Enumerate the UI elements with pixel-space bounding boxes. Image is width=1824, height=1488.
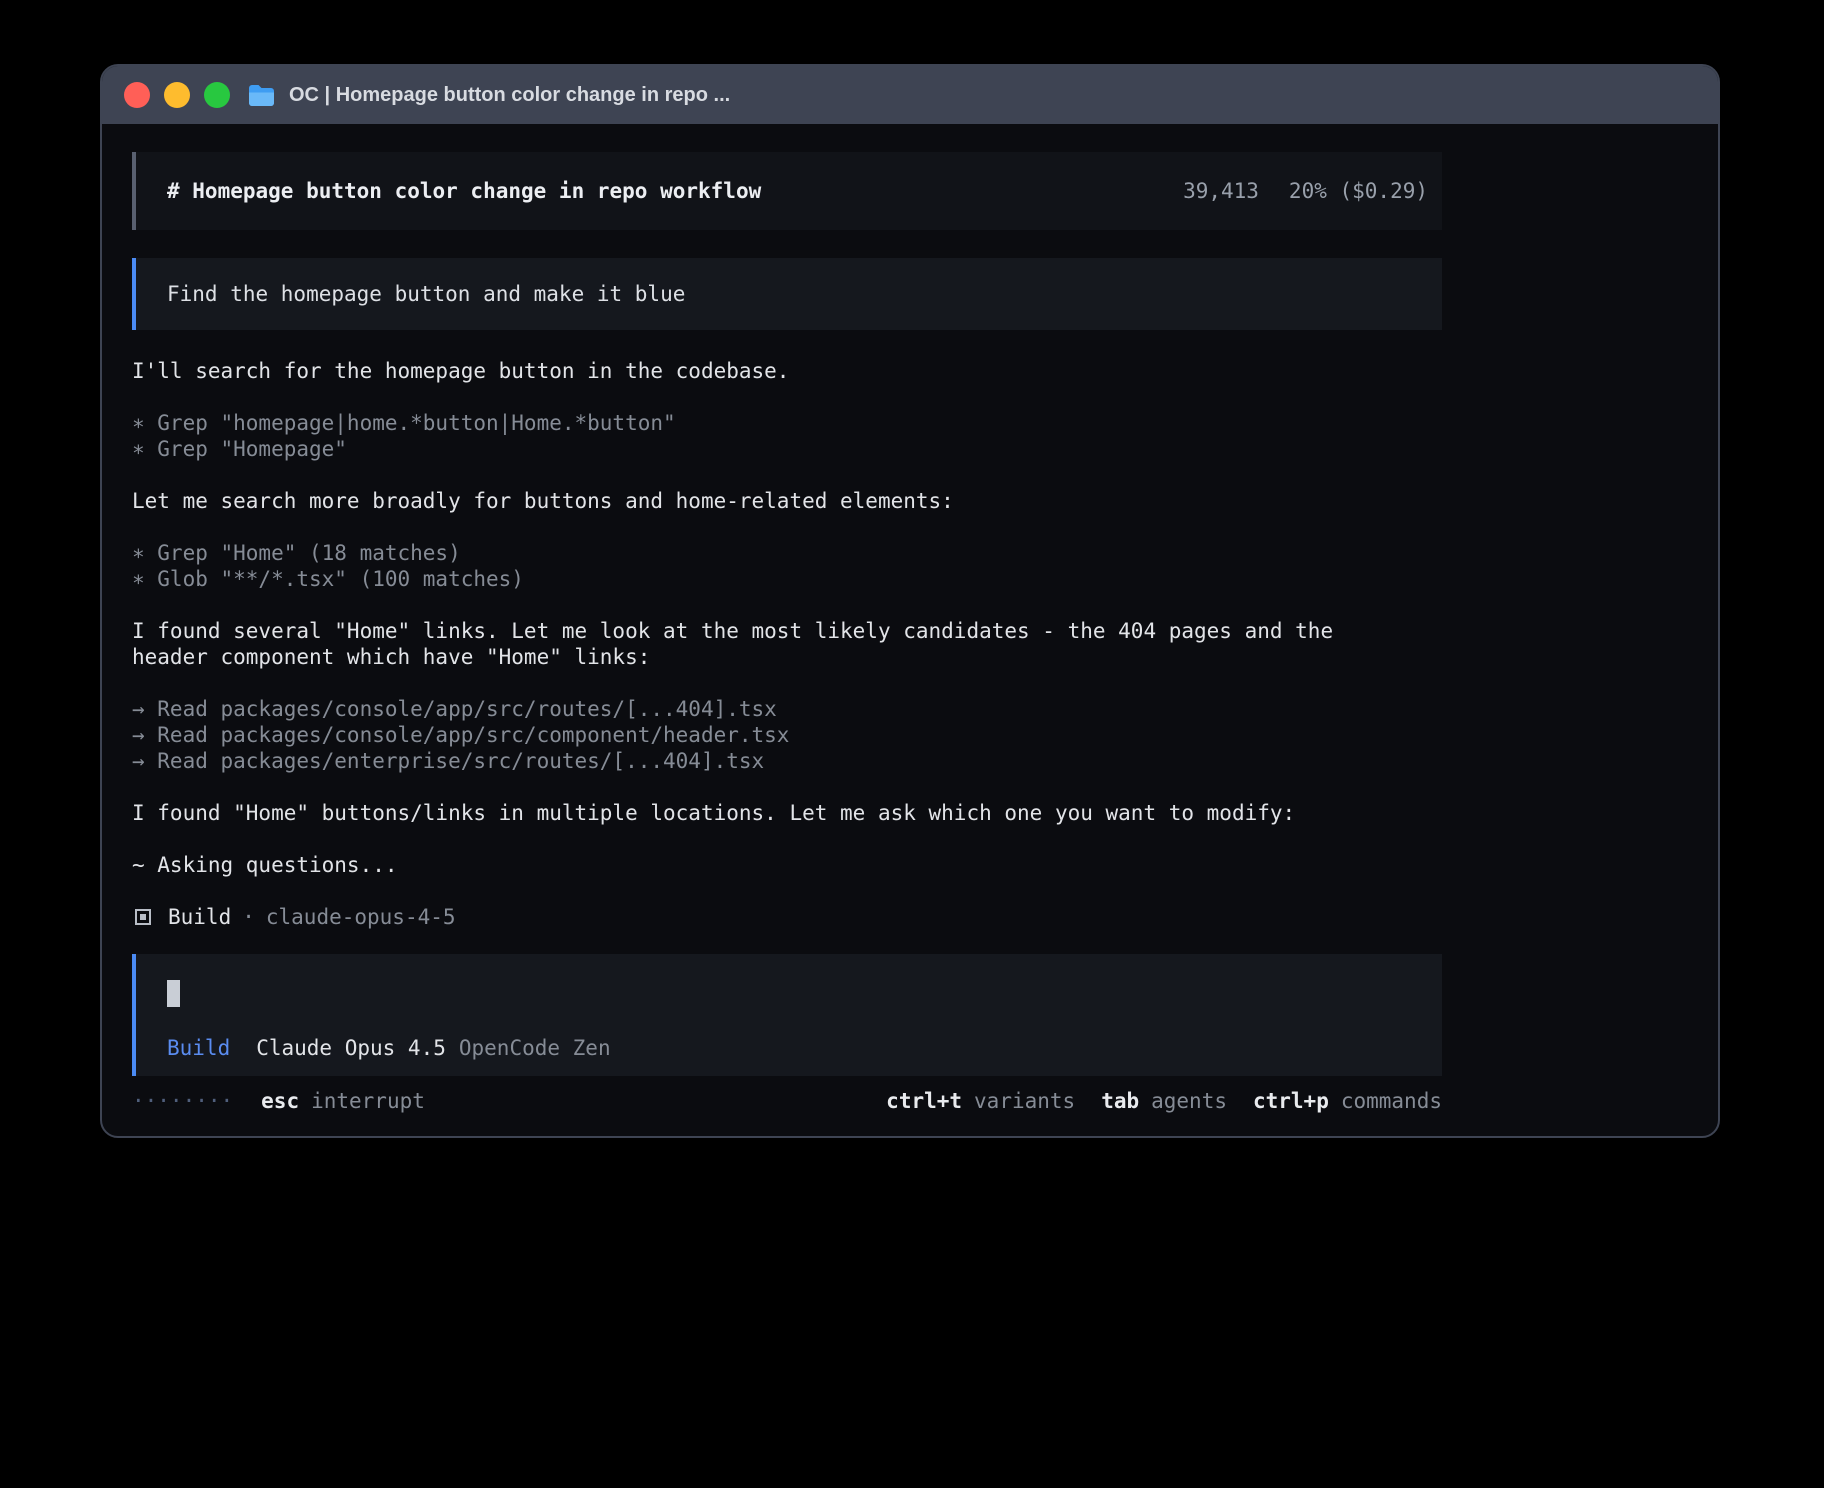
user-message: Find the homepage button and make it blu… <box>132 258 1442 330</box>
assistant-text-line: Let me search more broadly for buttons a… <box>132 488 1442 514</box>
blank-line <box>132 462 1442 488</box>
status-bar: ········ esc interrupt ctrl+t variants tab… <box>132 1088 1442 1114</box>
tool-call-line: → Read packages/enterprise/src/routes/[.… <box>132 748 1442 774</box>
shortcut-key: ctrl+p <box>1253 1088 1329 1114</box>
assistant-text-line: header component which have "Home" links… <box>132 644 1442 670</box>
footer-shortcuts: ctrl+t variants tab agents ctrl+p commands <box>886 1088 1442 1114</box>
minimize-window-button[interactable] <box>164 82 190 108</box>
agent-separator: · <box>242 904 255 930</box>
esc-hint: esc interrupt <box>261 1088 425 1114</box>
token-count: 39,413 <box>1183 179 1259 203</box>
esc-key: esc <box>261 1088 299 1114</box>
tool-call-line: ∗ Grep "Home" (18 matches) <box>132 540 1442 566</box>
blank-line <box>132 774 1442 800</box>
agent-status-line: Build · claude-opus-4-5 <box>132 904 1442 930</box>
spinner-dots: ········ <box>132 1088 233 1114</box>
conversation: I'll search for the homepage button in t… <box>132 358 1442 878</box>
tool-call-line: → Read packages/console/app/src/componen… <box>132 722 1442 748</box>
status-bar-left: ········ esc interrupt <box>132 1088 425 1114</box>
shortcut-key: ctrl+t <box>886 1088 962 1114</box>
blank-line <box>132 514 1442 540</box>
input-mode: Build <box>167 1035 230 1061</box>
user-message-text: Find the homepage button and make it blu… <box>167 282 685 306</box>
close-window-button[interactable] <box>124 82 150 108</box>
shortcut-label: commands <box>1341 1088 1442 1114</box>
prompt-input[interactable]: Build Claude Opus 4.5 OpenCode Zen <box>132 954 1442 1076</box>
terminal-content: # Homepage button color change in repo w… <box>102 124 1718 1114</box>
agent-model: claude-opus-4-5 <box>266 904 456 930</box>
session-title: # Homepage button color change in repo w… <box>167 179 761 203</box>
shortcut-hint: tab agents <box>1101 1088 1227 1114</box>
traffic-lights <box>124 82 230 108</box>
folder-icon <box>248 84 275 106</box>
zoom-window-button[interactable] <box>204 82 230 108</box>
session-stats: 39,413 20% ($0.29) <box>1183 179 1442 203</box>
shortcut-hint: ctrl+t variants <box>886 1088 1075 1114</box>
agent-name: Build <box>168 904 231 930</box>
context-usage: 20% ($0.29) <box>1289 179 1428 203</box>
text-cursor <box>167 980 180 1007</box>
blank-line <box>132 670 1442 696</box>
shortcut-key: tab <box>1101 1088 1139 1114</box>
terminal-window: OC | Homepage button color change in rep… <box>100 64 1720 1138</box>
assistant-text-line: ~ Asking questions... <box>132 852 1442 878</box>
blank-line <box>132 826 1442 852</box>
input-provider: OpenCode Zen <box>459 1035 611 1061</box>
shortcut-label: variants <box>974 1088 1075 1114</box>
assistant-text-line: I found "Home" buttons/links in multiple… <box>132 800 1442 826</box>
window-titlebar[interactable]: OC | Homepage button color change in rep… <box>102 66 1718 124</box>
tool-call-line: → Read packages/console/app/src/routes/[… <box>132 696 1442 722</box>
shortcut-hint: ctrl+p commands <box>1253 1088 1442 1114</box>
agent-icon <box>135 909 151 925</box>
esc-label: interrupt <box>311 1088 425 1114</box>
assistant-text-line: I found several "Home" links. Let me loo… <box>132 618 1442 644</box>
window-title: OC | Homepage button color change in rep… <box>289 84 730 107</box>
tool-call-line: ∗ Grep "homepage|home.*button|Home.*butt… <box>132 410 1442 436</box>
input-model: Claude Opus 4.5 <box>256 1035 446 1061</box>
shortcut-label: agents <box>1151 1088 1227 1114</box>
input-status-line: Build Claude Opus 4.5 OpenCode Zen <box>167 1035 1442 1061</box>
tool-call-line: ∗ Glob "**/*.tsx" (100 matches) <box>132 566 1442 592</box>
assistant-text-line: I'll search for the homepage button in t… <box>132 358 1442 384</box>
blank-line <box>132 592 1442 618</box>
tool-call-line: ∗ Grep "Homepage" <box>132 436 1442 462</box>
session-header: # Homepage button color change in repo w… <box>132 152 1442 230</box>
blank-line <box>132 384 1442 410</box>
